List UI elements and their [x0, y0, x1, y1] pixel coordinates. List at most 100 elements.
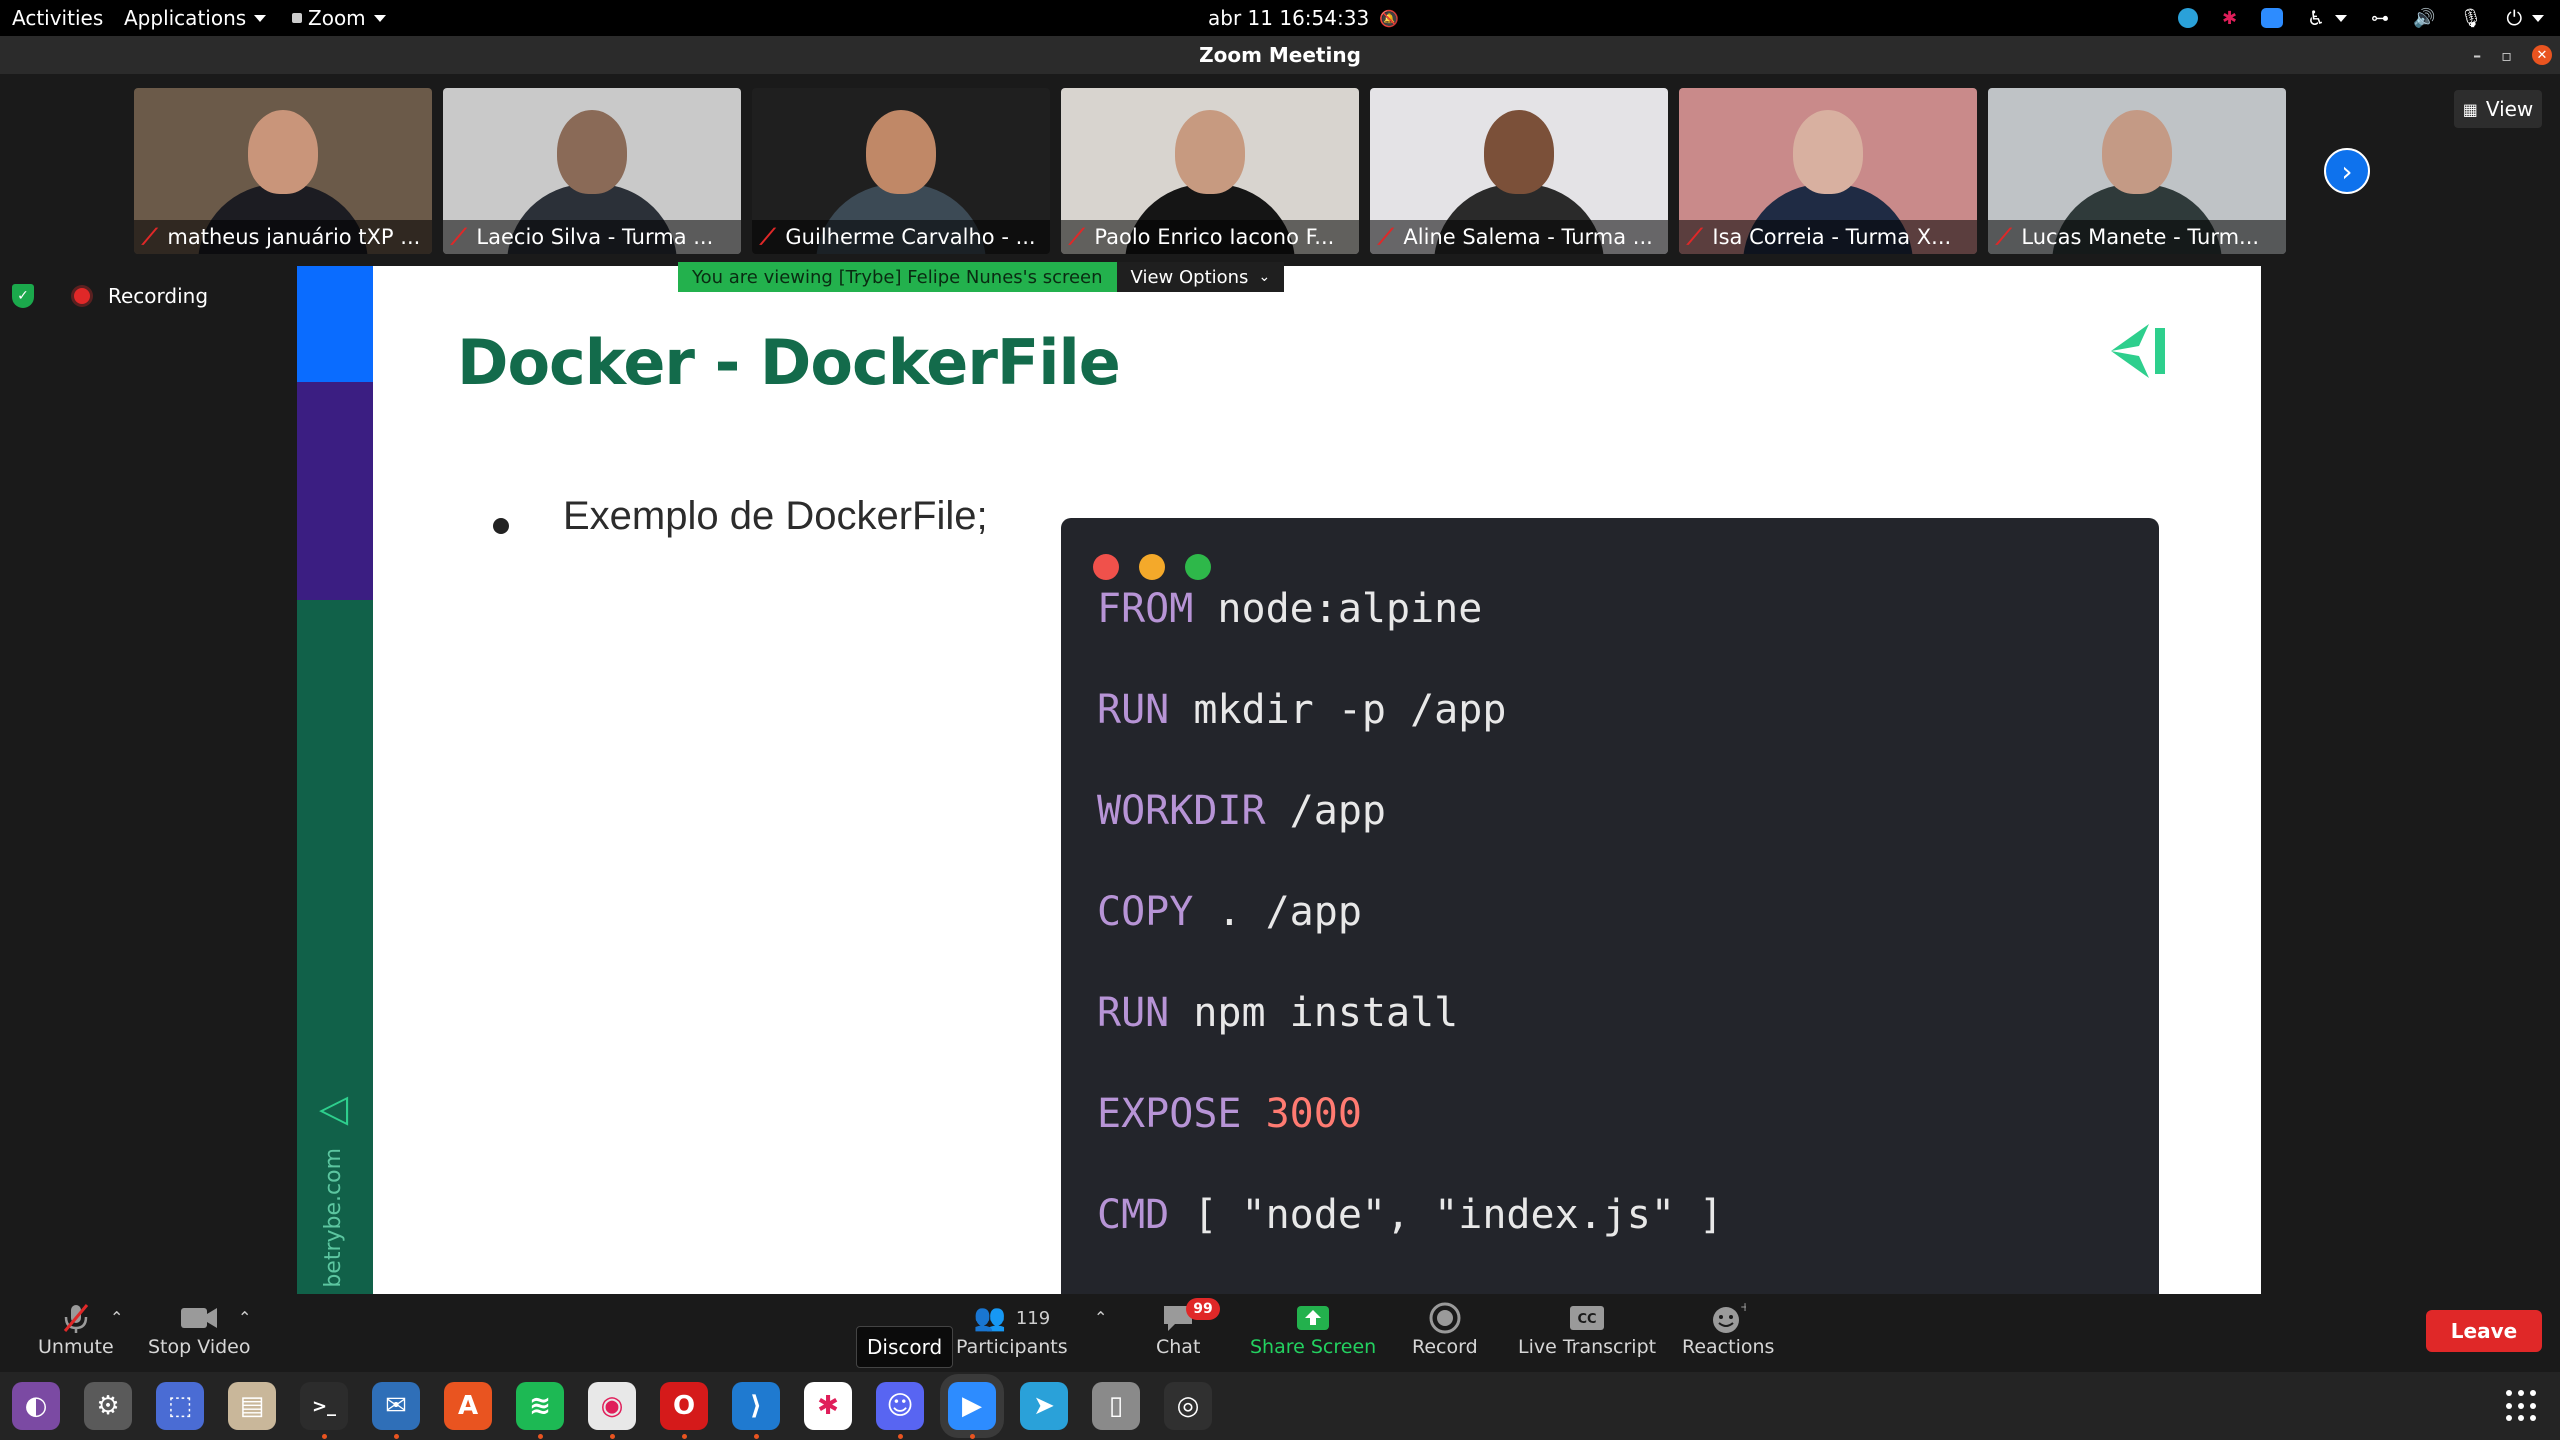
live-transcript-button[interactable]: CC Live Transcript	[1518, 1300, 1656, 1358]
muted-mic-icon: ⟋	[1687, 224, 1703, 250]
recording-label[interactable]: Recording	[108, 284, 208, 308]
terminal-icon[interactable]: >_	[300, 1382, 348, 1430]
slack-tray-icon[interactable]: ✱	[2222, 8, 2237, 29]
opera-icon[interactable]: O	[660, 1382, 708, 1430]
chevron-right-icon: ›	[2341, 154, 2353, 188]
share-screen-icon	[1296, 1300, 1330, 1336]
slide-side-stripe: ◁ betrybe.com	[297, 266, 373, 1294]
telegram-tray-icon[interactable]	[2178, 8, 2198, 28]
applications-menu[interactable]: Applications	[124, 0, 267, 36]
files-icon[interactable]: ▤	[228, 1382, 276, 1430]
microphone-icon[interactable]: 🎙	[2459, 8, 2482, 29]
svg-text:+: +	[1740, 1301, 1746, 1314]
slack-icon[interactable]: ✱	[804, 1382, 852, 1430]
participant-face	[2102, 110, 2172, 194]
participant-video-tile[interactable]: ⟋ Paolo Enrico Iacono F...	[1061, 88, 1359, 254]
bullet-text: Exemplo de DockerFile;	[563, 494, 988, 538]
zoom-tray-icon[interactable]	[2261, 8, 2284, 28]
next-page-button[interactable]: ›	[2324, 148, 2370, 194]
clock[interactable]: abr 11 16:54:33 🔕	[1208, 0, 1399, 36]
vscode-icon[interactable]: ⟩	[732, 1382, 780, 1430]
minimize-icon[interactable]: –	[2473, 46, 2481, 65]
share-screen-button[interactable]: Share Screen	[1250, 1300, 1376, 1358]
camera-icon[interactable]: ◎	[1164, 1382, 1212, 1430]
participant-video-tile[interactable]: ⟋ Lucas Manete - Turm...	[1988, 88, 2286, 254]
code-line: FROM node:alpine	[1097, 586, 1482, 632]
spotify-icon[interactable]: ≋	[516, 1382, 564, 1430]
participant-video-tile[interactable]: ⟋ matheus januário tXP ...	[134, 88, 432, 254]
system-top-bar: Activities Applications Zoom abr 11 16:5…	[0, 0, 2560, 36]
settings-icon[interactable]: ⚙	[84, 1382, 132, 1430]
activities-button[interactable]: Activities	[12, 0, 103, 36]
participant-video-tile[interactable]: ⟋ Guilherme Carvalho - ...	[752, 88, 1050, 254]
view-options-button[interactable]: View Options ⌄	[1116, 262, 1285, 292]
audio-options-chevron-icon[interactable]: ⌃	[110, 1308, 123, 1327]
leave-button[interactable]: Leave	[2426, 1310, 2542, 1352]
code-keyword: CMD	[1097, 1192, 1170, 1238]
code-argument: mkdir -p /app	[1169, 687, 1507, 733]
participants-options-chevron-icon[interactable]: ⌃	[1094, 1308, 1107, 1327]
discord-icon[interactable]: ☺	[876, 1382, 924, 1430]
participant-name: Laecio Silva - Turma ...	[476, 225, 714, 249]
code-keyword: COPY	[1097, 889, 1194, 935]
code-argument: node:alpine	[1193, 586, 1483, 632]
volume-icon[interactable]: 🔊	[2413, 8, 2435, 29]
screenshot-tool-icon[interactable]: ⬚	[156, 1382, 204, 1430]
applications-label: Applications	[124, 6, 247, 30]
participant-video-tile[interactable]: ⟋ Aline Salema - Turma ...	[1370, 88, 1668, 254]
thunderbird-icon[interactable]: ✉	[372, 1382, 420, 1430]
code-argument: npm install	[1169, 990, 1459, 1036]
participant-video-tile[interactable]: ⟋ Laecio Silva - Turma ...	[443, 88, 741, 254]
telegram-icon[interactable]: ➤	[1020, 1382, 1068, 1430]
show-applications-icon[interactable]	[2506, 1390, 2538, 1422]
maximize-icon[interactable]: ▫	[2501, 46, 2512, 65]
code-keyword: RUN	[1097, 687, 1170, 733]
red-dot-icon	[1093, 554, 1119, 580]
participant-name: Paolo Enrico Iacono F...	[1094, 225, 1335, 249]
participants-icon: 👥	[973, 1303, 1006, 1333]
accessibility-icon[interactable]: ♿	[2307, 6, 2325, 30]
code-line: RUN mkdir -p /app	[1097, 687, 1506, 733]
record-button[interactable]: Record	[1412, 1300, 1478, 1358]
shared-screen-slide: ◁ betrybe.com Docker - DockerFile Exempl…	[297, 266, 2261, 1294]
participants-button[interactable]: 👥 119 Participants	[956, 1300, 1068, 1358]
chrome-icon[interactable]: ◉	[588, 1382, 636, 1430]
muted-mic-icon: ⟋	[451, 224, 467, 250]
unmute-button[interactable]: Unmute	[38, 1300, 114, 1358]
network-icon[interactable]: ⊶	[2371, 8, 2389, 29]
participant-name-bar: ⟋ Aline Salema - Turma ...	[1370, 220, 1668, 254]
stripe-green: ◁ betrybe.com	[297, 600, 373, 1294]
chevron-down-icon	[254, 14, 267, 22]
chevron-down-icon[interactable]	[2532, 14, 2545, 22]
running-indicator	[610, 1434, 615, 1439]
participant-face	[1175, 110, 1245, 194]
zoom-app-label: Zoom	[308, 6, 366, 30]
running-indicator	[898, 1434, 903, 1439]
power-icon[interactable]: ⏻	[2506, 6, 2522, 30]
muted-microphone-icon	[59, 1300, 93, 1336]
muted-mic-icon: ⟋	[760, 224, 776, 250]
participant-name-bar: ⟋ Laecio Silva - Turma ...	[443, 220, 741, 254]
app-store-icon[interactable]: A	[444, 1382, 492, 1430]
discord-tooltip: Discord	[856, 1326, 954, 1368]
code-number: 3000	[1241, 1091, 1362, 1137]
reactions-button[interactable]: + Reactions	[1682, 1300, 1774, 1358]
zoom-app-menu[interactable]: Zoom	[292, 0, 386, 36]
record-label: Record	[1412, 1336, 1478, 1358]
trash-icon[interactable]: ▯	[1092, 1382, 1140, 1430]
zoom-icon[interactable]: ▶	[948, 1382, 996, 1430]
code-line: CMD [ "node", "index.js" ]	[1097, 1192, 1723, 1238]
encryption-shield-icon[interactable]: ✓	[12, 284, 34, 308]
participant-face	[1484, 110, 1554, 194]
view-button[interactable]: ▦ View	[2454, 90, 2542, 128]
participant-face	[248, 110, 318, 194]
toggle-app-icon[interactable]: ◐	[12, 1382, 60, 1430]
participant-face	[866, 110, 936, 194]
chevron-down-icon[interactable]	[2335, 14, 2348, 22]
participant-video-tile[interactable]: ⟋ Isa Correia - Turma X...	[1679, 88, 1977, 254]
stop-video-button[interactable]: Stop Video	[148, 1300, 250, 1358]
bullet-icon	[493, 518, 509, 534]
close-icon[interactable]: ✕	[2532, 45, 2552, 65]
video-options-chevron-icon[interactable]: ⌃	[238, 1308, 251, 1327]
participant-name: Lucas Manete - Turm...	[2021, 225, 2260, 249]
